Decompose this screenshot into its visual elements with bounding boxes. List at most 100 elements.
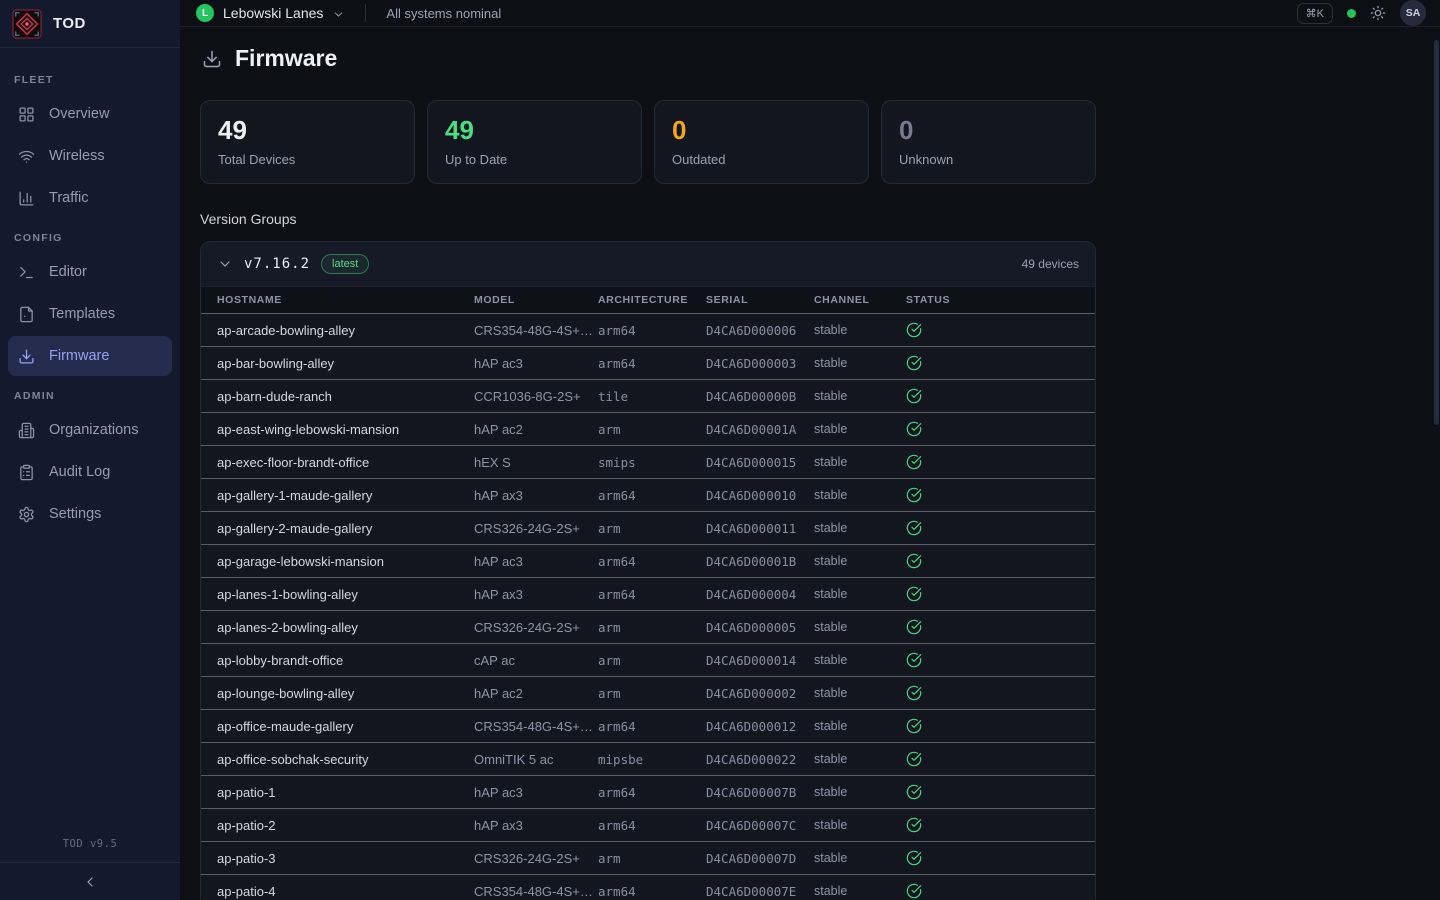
table-row[interactable]: ap-arcade-bowling-alley CRS354-48G-4S+… …	[201, 313, 1095, 346]
sidebar-item-templates[interactable]: Templates	[8, 294, 172, 334]
version-group-header[interactable]: v7.16.2 latest 49 devices	[201, 242, 1095, 286]
check-circle-icon	[906, 751, 922, 767]
sidebar-item-traffic[interactable]: Traffic	[8, 178, 172, 218]
cell-status	[906, 322, 1079, 338]
page-title-row: Firmware	[200, 45, 1096, 72]
cell-model: CCR1036-8G-2S+	[474, 389, 598, 404]
stat-label: Up to Date	[445, 152, 624, 167]
column-header-hostname: HOSTNAME	[217, 294, 474, 306]
cell-hostname: ap-garage-lebowski-mansion	[217, 554, 474, 569]
cell-channel: stable	[814, 752, 906, 766]
table-row[interactable]: ap-office-sobchak-security OmniTIK 5 ac …	[201, 742, 1095, 775]
device-count: 49 devices	[1022, 257, 1079, 271]
cell-hostname: ap-gallery-2-maude-gallery	[217, 521, 474, 536]
sidebar-item-overview[interactable]: Overview	[8, 94, 172, 134]
table-row[interactable]: ap-lobby-brandt-office cAP ac arm D4CA6D…	[201, 643, 1095, 676]
stat-value: 49	[445, 116, 624, 145]
chevron-down-icon[interactable]	[217, 256, 233, 272]
cell-serial: D4CA6D000004	[706, 587, 814, 602]
cell-status	[906, 685, 1079, 701]
cell-hostname: ap-exec-floor-brandt-office	[217, 455, 474, 470]
sidebar-nav: FLEET Overview Wireless Traffic CONFIG E…	[0, 48, 180, 832]
sidebar-item-audit-log[interactable]: Audit Log	[8, 452, 172, 492]
check-circle-icon	[906, 322, 922, 338]
table-row[interactable]: ap-gallery-1-maude-gallery hAP ax3 arm64…	[201, 478, 1095, 511]
cell-status	[906, 553, 1079, 569]
table-row[interactable]: ap-gallery-2-maude-gallery CRS326-24G-2S…	[201, 511, 1095, 544]
table-row[interactable]: ap-garage-lebowski-mansion hAP ac3 arm64…	[201, 544, 1095, 577]
cell-hostname: ap-patio-2	[217, 818, 474, 833]
table-row[interactable]: ap-lanes-2-bowling-alley CRS326-24G-2S+ …	[201, 610, 1095, 643]
nav-section-items: Organizations Audit Log Settings	[0, 410, 180, 534]
cell-status	[906, 784, 1079, 800]
cell-model: CRS354-48G-4S+…	[474, 719, 598, 734]
cell-hostname: ap-patio-4	[217, 884, 474, 899]
sidebar-item-organizations[interactable]: Organizations	[8, 410, 172, 450]
column-header-status: STATUS	[906, 294, 1079, 306]
table-row[interactable]: ap-bar-bowling-alley hAP ac3 arm64 D4CA6…	[201, 346, 1095, 379]
table-row[interactable]: ap-patio-4 CRS354-48G-4S+… arm64 D4CA6D0…	[201, 874, 1095, 900]
cell-channel: stable	[814, 422, 906, 436]
check-circle-icon	[906, 586, 922, 602]
cell-status	[906, 883, 1079, 899]
wifi-icon	[18, 148, 35, 165]
table-row[interactable]: ap-patio-1 hAP ac3 arm64 D4CA6D00007B st…	[201, 775, 1095, 808]
main-area: L Lebowski Lanes All systems nominal ⌘K …	[180, 0, 1440, 900]
cell-serial: D4CA6D00007C	[706, 818, 814, 833]
cell-hostname: ap-patio-1	[217, 785, 474, 800]
terminal-icon	[18, 264, 35, 281]
sidebar-item-firmware[interactable]: Firmware	[8, 336, 172, 376]
user-avatar[interactable]: SA	[1400, 0, 1426, 26]
sidebar-item-editor[interactable]: Editor	[8, 252, 172, 292]
table-row[interactable]: ap-patio-2 hAP ax3 arm64 D4CA6D00007C st…	[201, 808, 1095, 841]
check-circle-icon	[906, 784, 922, 800]
sun-icon[interactable]	[1370, 5, 1386, 21]
cell-channel: stable	[814, 587, 906, 601]
table-row[interactable]: ap-office-maude-gallery CRS354-48G-4S+… …	[201, 709, 1095, 742]
system-status-text: All systems nominal	[386, 6, 501, 21]
org-switcher[interactable]: L Lebowski Lanes	[196, 4, 345, 22]
sidebar-footer: TOD v9.5	[0, 832, 180, 900]
table-row[interactable]: ap-patio-3 CRS326-24G-2S+ arm D4CA6D0000…	[201, 841, 1095, 874]
table-row[interactable]: ap-exec-floor-brandt-office hEX S smips …	[201, 445, 1095, 478]
cell-status	[906, 586, 1079, 602]
cell-architecture: arm64	[598, 488, 706, 503]
cell-status	[906, 487, 1079, 503]
scrollbar[interactable]	[1434, 40, 1439, 425]
check-circle-icon	[906, 388, 922, 404]
cell-status	[906, 751, 1079, 767]
table-row[interactable]: ap-barn-dude-ranch CCR1036-8G-2S+ tile D…	[201, 379, 1095, 412]
sidebar-item-label: Editor	[49, 264, 87, 280]
column-header-channel: CHANNEL	[814, 294, 906, 306]
cell-status	[906, 619, 1079, 635]
check-circle-icon	[906, 850, 922, 866]
check-circle-icon	[906, 520, 922, 536]
cell-channel: stable	[814, 455, 906, 469]
sidebar-collapse-button[interactable]	[0, 862, 180, 900]
cell-hostname: ap-patio-3	[217, 851, 474, 866]
cell-architecture: arm64	[598, 818, 706, 833]
check-circle-icon	[906, 685, 922, 701]
nav-section-items: Overview Wireless Traffic	[0, 94, 180, 218]
online-status-dot	[1347, 9, 1356, 18]
cell-hostname: ap-bar-bowling-alley	[217, 356, 474, 371]
command-palette-shortcut[interactable]: ⌘K	[1297, 3, 1333, 24]
stat-card: 0 Outdated	[654, 100, 869, 184]
check-circle-icon	[906, 421, 922, 437]
app-window: TOD FLEET Overview Wireless Traffic CONF…	[0, 0, 1440, 900]
sidebar-item-wireless[interactable]: Wireless	[8, 136, 172, 176]
brand-name: TOD	[53, 15, 86, 32]
table-row[interactable]: ap-lounge-bowling-alley hAP ac2 arm D4CA…	[201, 676, 1095, 709]
cell-status	[906, 718, 1079, 734]
page-title: Firmware	[235, 45, 337, 72]
table-row[interactable]: ap-east-wing-lebowski-mansion hAP ac2 ar…	[201, 412, 1095, 445]
cell-serial: D4CA6D000015	[706, 455, 814, 470]
stat-card: 49 Up to Date	[427, 100, 642, 184]
cell-model: hAP ac3	[474, 785, 598, 800]
cell-model: hAP ac2	[474, 686, 598, 701]
cell-model: CRS326-24G-2S+	[474, 851, 598, 866]
table-row[interactable]: ap-lanes-1-bowling-alley hAP ax3 arm64 D…	[201, 577, 1095, 610]
sidebar-item-settings[interactable]: Settings	[8, 494, 172, 534]
cell-channel: stable	[814, 521, 906, 535]
nav-section: CONFIG Editor Templates Firmware	[0, 220, 180, 376]
